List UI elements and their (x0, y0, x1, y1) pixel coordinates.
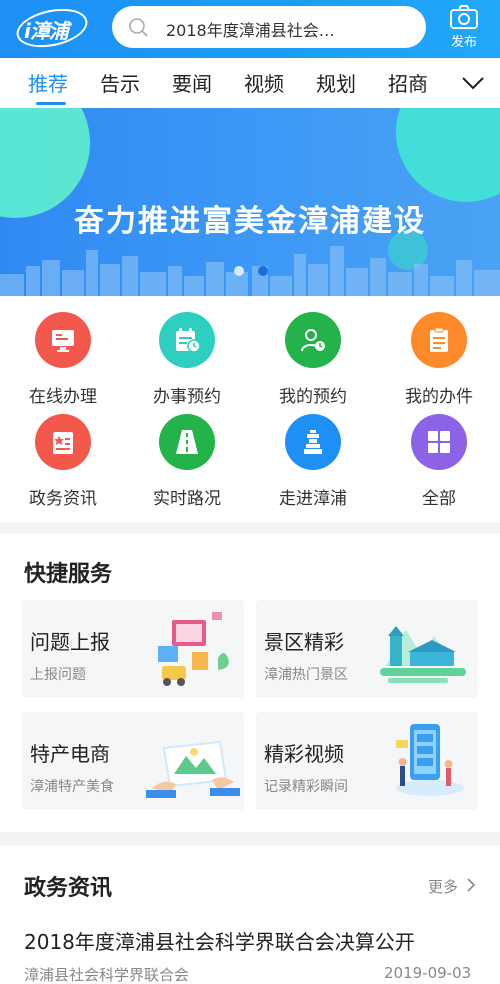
camera-icon (450, 5, 478, 29)
banner-headline: 奋力推进富美金漳浦建设 (74, 204, 426, 239)
carousel-dot-2[interactable] (258, 266, 268, 276)
channel-tabs: 推荐 告示 要闻 视频 规划 招商 (0, 58, 500, 108)
news-source: 漳浦县社会科学界联合会 (24, 966, 190, 984)
service-label: 实时路况 (153, 489, 221, 509)
chevron-down-icon[interactable] (460, 72, 486, 94)
service-label: 走进漳浦 (279, 489, 347, 509)
chevron-right-icon[interactable] (464, 876, 478, 894)
scenery-illustration (380, 626, 466, 683)
quick-card-report[interactable]: 问题上报 上报问题 (22, 600, 244, 698)
tower-icon (285, 414, 341, 470)
card-subtitle: 漳浦热门景区 (264, 667, 348, 683)
card-title: 问题上报 (30, 630, 110, 654)
gov-news-section: 政务资讯 更多 2018年度漳浦县社会科学界联合会决算公开 漳浦县社会科学界联合… (0, 846, 500, 984)
quick-services-section: 快捷服务 问题上报 上报问题 景区精彩 漳浦热门景区 特产电商 漳浦特产美食 精… (0, 534, 500, 832)
service-traffic[interactable]: 实时路况 (132, 414, 242, 514)
active-tab-indicator (36, 102, 66, 105)
tab-investment[interactable]: 招商 (388, 68, 428, 97)
banner-carousel[interactable]: 奋力推进富美金漳浦建设 (0, 108, 500, 296)
card-subtitle: 上报问题 (30, 667, 86, 683)
service-my-files[interactable]: 我的办件 (384, 312, 494, 412)
search-bar[interactable]: 2018年度漳浦县社会… (112, 6, 426, 48)
card-subtitle: 漳浦特产美食 (30, 779, 114, 795)
publish-label: 发布 (450, 35, 477, 50)
publish-button[interactable]: 发布 (438, 2, 490, 56)
my-files-icon (411, 312, 467, 368)
tab-recommend[interactable]: 推荐 (28, 68, 68, 97)
appointment-icon (159, 312, 215, 368)
service-gov-news[interactable]: 政务资讯 (8, 414, 118, 514)
quick-card-scenery[interactable]: 景区精彩 漳浦热门景区 (256, 600, 478, 698)
service-my-appointment[interactable]: 我的预约 (258, 312, 368, 412)
news-date: 2019-09-03 (384, 964, 472, 982)
news-headline: 2018年度漳浦县社会科学界联合会决算公开 (24, 930, 415, 954)
service-label: 在线办理 (29, 387, 97, 407)
card-title: 精彩视频 (264, 742, 344, 766)
section-title: 快捷服务 (24, 562, 113, 587)
logo-text: i漳浦 (24, 19, 69, 43)
card-subtitle: 记录精彩瞬间 (264, 779, 348, 795)
report-illustration (158, 612, 229, 686)
service-appointment[interactable]: 办事预约 (132, 312, 242, 412)
quick-card-video[interactable]: 精彩视频 记录精彩瞬间 (256, 712, 478, 810)
ecommerce-illustration (146, 740, 240, 798)
service-grid: 在线办理 办事预约 我的预约 我的办件 政务资讯 实时路况 走进漳浦 全部 (0, 296, 500, 522)
service-online-handling[interactable]: 在线办理 (8, 312, 118, 412)
more-link[interactable]: 更多 (428, 876, 458, 897)
app-logo[interactable]: i漳浦 (13, 2, 92, 54)
app-screen: i漳浦 2018年度漳浦县社会… 发布 推荐 告示 要闻 视频 规划 招商 奋力… (0, 0, 500, 984)
traffic-icon (159, 414, 215, 470)
search-icon (129, 18, 148, 37)
card-title: 特产电商 (30, 742, 110, 766)
carousel-dot-1[interactable] (234, 266, 244, 276)
section-title: 政务资讯 (24, 876, 113, 901)
service-label: 政务资讯 (29, 489, 97, 509)
card-title: 景区精彩 (264, 630, 344, 654)
service-label: 我的预约 (279, 387, 347, 407)
all-grid-icon (411, 414, 467, 470)
tab-notice[interactable]: 告示 (100, 68, 140, 97)
search-text: 2018年度漳浦县社会… (166, 21, 335, 40)
service-label: 全部 (422, 489, 456, 509)
tab-news[interactable]: 要闻 (172, 68, 212, 97)
tab-video[interactable]: 视频 (244, 68, 284, 97)
service-label: 办事预约 (153, 387, 221, 407)
my-appointment-icon (285, 312, 341, 368)
gov-news-icon (35, 414, 91, 470)
banner-circle-right (396, 108, 500, 202)
top-header: i漳浦 2018年度漳浦县社会… 发布 (0, 0, 500, 58)
online-handling-icon (35, 312, 91, 368)
city-skyline-image (0, 246, 500, 296)
service-all[interactable]: 全部 (384, 414, 494, 514)
video-illustration (396, 724, 464, 796)
quick-card-ecommerce[interactable]: 特产电商 漳浦特产美食 (22, 712, 244, 810)
tab-planning[interactable]: 规划 (316, 68, 356, 97)
service-explore[interactable]: 走进漳浦 (258, 414, 368, 514)
service-label: 我的办件 (405, 387, 473, 407)
